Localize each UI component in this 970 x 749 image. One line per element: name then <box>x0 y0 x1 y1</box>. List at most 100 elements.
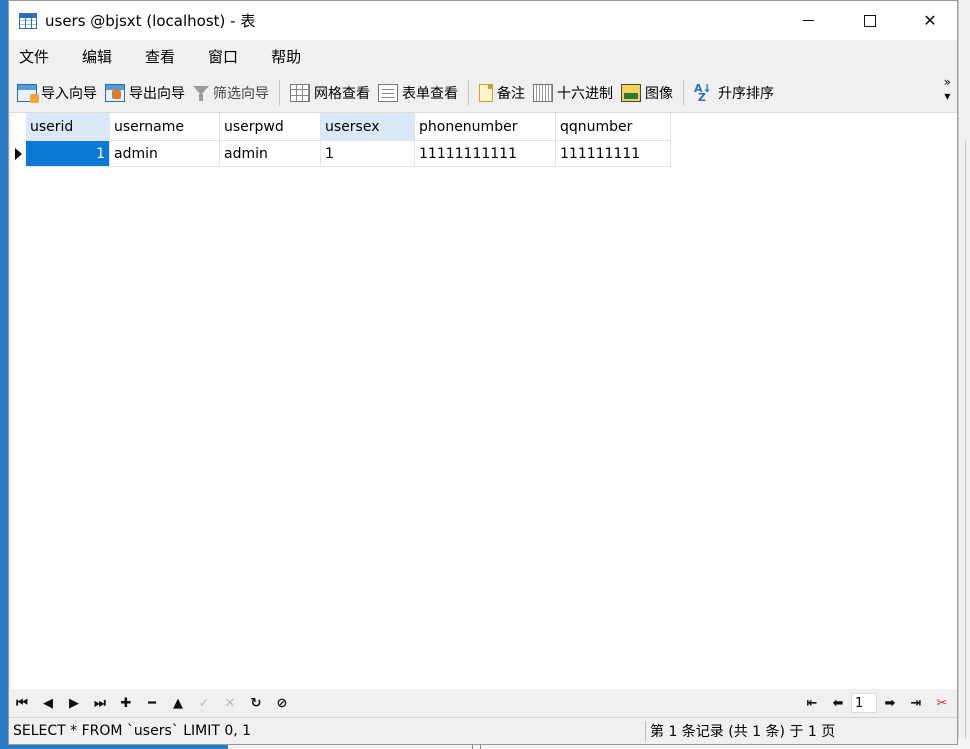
column-header-userid[interactable]: userid <box>26 113 110 141</box>
grid-icon <box>290 83 310 102</box>
cell-phonenumber[interactable]: 11111111111 <box>415 141 556 167</box>
previous-icon: ◀ <box>43 695 53 711</box>
toolbar: 导入向导 导出向导 筛选向导 网格查看 表单查看 备注 十六进制 图像 A↓ Z… <box>9 73 957 113</box>
filter-icon <box>193 85 209 101</box>
apply-changes-button[interactable]: ✓ <box>191 691 217 715</box>
column-header-userpwd[interactable]: userpwd <box>220 113 321 141</box>
triangle-up-icon: ▲ <box>173 695 183 711</box>
chevron-down-icon: ▾ <box>944 89 951 103</box>
next-record-button[interactable]: ▶ <box>61 691 87 715</box>
page-settings-button[interactable]: ✂ <box>929 691 955 715</box>
cell-username[interactable]: admin <box>110 141 220 167</box>
minimize-button[interactable] <box>785 1 831 40</box>
data-grid: userid username userpwd usersex phonenum… <box>11 113 957 689</box>
next-page-button[interactable]: ➡ <box>877 691 903 715</box>
previous-page-button[interactable]: ⬅ <box>825 691 851 715</box>
toolbar-separator <box>468 79 469 106</box>
last-record-button[interactable]: ⏭ <box>87 691 113 715</box>
page-navigation: ⇤ ⬅ 1 ➡ ⇥ ✂ <box>799 691 955 715</box>
sort-ascending-icon: A↓ Z <box>694 81 712 104</box>
last-page-icon: ⇥ <box>910 695 922 711</box>
add-record-button[interactable]: ✚ <box>113 691 139 715</box>
grid-header: userid username userpwd usersex phonenum… <box>11 113 671 141</box>
refresh-button[interactable]: ↻ <box>243 691 269 715</box>
maximize-icon <box>864 14 876 27</box>
cell-userid[interactable]: 1 <box>26 141 110 167</box>
arrow-right-icon: ➡ <box>884 695 896 711</box>
filter-wizard-button[interactable]: 筛选向导 <box>189 79 273 107</box>
import-wizard-button[interactable]: 导入向导 <box>13 79 101 107</box>
sort-ascending-label: 升序排序 <box>718 85 774 102</box>
next-icon: ▶ <box>69 695 79 711</box>
grid-view-button[interactable]: 网格查看 <box>286 79 374 107</box>
export-icon <box>105 83 125 102</box>
arrow-left-icon: ⬅ <box>832 695 844 711</box>
status-sql: SELECT * FROM `users` LIMIT 0, 1 <box>13 723 252 739</box>
first-page-icon: ⇤ <box>806 695 818 711</box>
record-navigation-bar: ⏮ ◀ ▶ ⏭ ✚ ━ ▲ ✓ ✕ ↻ ⊘ ⇤ ⬅ 1 ➡ ⇥ ✂ <box>9 689 957 717</box>
menu-help[interactable]: 帮助 <box>261 46 311 67</box>
column-header-username[interactable]: username <box>110 113 220 141</box>
stop-button[interactable]: ⊘ <box>269 691 295 715</box>
column-header-usersex[interactable]: usersex <box>321 113 415 141</box>
minimize-icon <box>802 20 814 21</box>
table-icon <box>19 12 37 29</box>
import-wizard-label: 导入向导 <box>41 85 97 102</box>
window-title: users @bjsxt (localhost) - 表 <box>45 12 256 30</box>
first-icon: ⏮ <box>16 695 28 711</box>
toolbar-overflow-button[interactable]: » ▾ <box>944 75 951 103</box>
sort-ascending-button[interactable]: A↓ Z 升序排序 <box>690 79 778 107</box>
table-row: 1 admin admin 1 11111111111 111111111 <box>11 141 671 167</box>
menu-window[interactable]: 窗口 <box>198 46 248 67</box>
stop-icon: ⊘ <box>276 695 288 711</box>
delete-record-button[interactable]: ━ <box>139 691 165 715</box>
cell-usersex[interactable]: 1 <box>321 141 415 167</box>
previous-record-button[interactable]: ◀ <box>35 691 61 715</box>
import-icon <box>17 83 39 103</box>
maximize-button[interactable] <box>847 1 893 40</box>
image-icon <box>621 83 641 102</box>
row-indicator-header <box>11 113 26 141</box>
grid-view-label: 网格查看 <box>314 85 370 102</box>
menu-view[interactable]: 查看 <box>135 46 185 67</box>
cell-userpwd[interactable]: admin <box>220 141 321 167</box>
table-window: users @bjsxt (localhost) - 表 ✕ 文件 编辑 查看 … <box>8 0 958 745</box>
title-bar[interactable]: users @bjsxt (localhost) - 表 ✕ <box>9 1 957 40</box>
current-row-indicator[interactable] <box>11 141 26 167</box>
background-window-strip <box>958 0 970 749</box>
status-bar: SELECT * FROM `users` LIMIT 0, 1 第 1 条记录… <box>9 717 957 744</box>
menu-edit[interactable]: 编辑 <box>72 46 122 67</box>
checkmark-icon: ✓ <box>198 695 210 711</box>
first-record-button[interactable]: ⏮ <box>9 691 35 715</box>
memo-label: 备注 <box>497 85 525 102</box>
hex-label: 十六进制 <box>557 85 613 102</box>
column-header-qqnumber[interactable]: qqnumber <box>556 113 671 141</box>
column-header-phonenumber[interactable]: phonenumber <box>415 113 556 141</box>
image-button[interactable]: 图像 <box>617 79 677 107</box>
form-view-button[interactable]: 表单查看 <box>374 79 462 107</box>
edit-record-button[interactable]: ▲ <box>165 691 191 715</box>
plus-icon: ✚ <box>120 695 132 711</box>
close-button[interactable]: ✕ <box>907 1 953 40</box>
filter-wizard-label: 筛选向导 <box>213 85 269 102</box>
status-record-info: 第 1 条记录 (共 1 条) 于 1 页 <box>650 724 836 740</box>
page-number-input[interactable]: 1 <box>851 693 877 713</box>
last-page-button[interactable]: ⇥ <box>903 691 929 715</box>
form-icon <box>378 83 398 102</box>
note-icon <box>479 83 493 102</box>
close-icon: ✕ <box>923 11 937 30</box>
refresh-icon: ↻ <box>250 695 262 711</box>
last-icon: ⏭ <box>94 695 106 711</box>
tools-icon: ✂ <box>936 695 948 711</box>
menu-file[interactable]: 文件 <box>9 46 59 67</box>
form-view-label: 表单查看 <box>402 85 458 102</box>
hex-icon <box>533 83 553 102</box>
export-wizard-button[interactable]: 导出向导 <box>101 79 189 107</box>
export-wizard-label: 导出向导 <box>129 85 185 102</box>
memo-button[interactable]: 备注 <box>475 79 529 107</box>
hex-button[interactable]: 十六进制 <box>529 79 617 107</box>
toolbar-separator <box>279 79 280 106</box>
cell-qqnumber[interactable]: 111111111 <box>556 141 671 167</box>
discard-changes-button[interactable]: ✕ <box>217 691 243 715</box>
first-page-button[interactable]: ⇤ <box>799 691 825 715</box>
